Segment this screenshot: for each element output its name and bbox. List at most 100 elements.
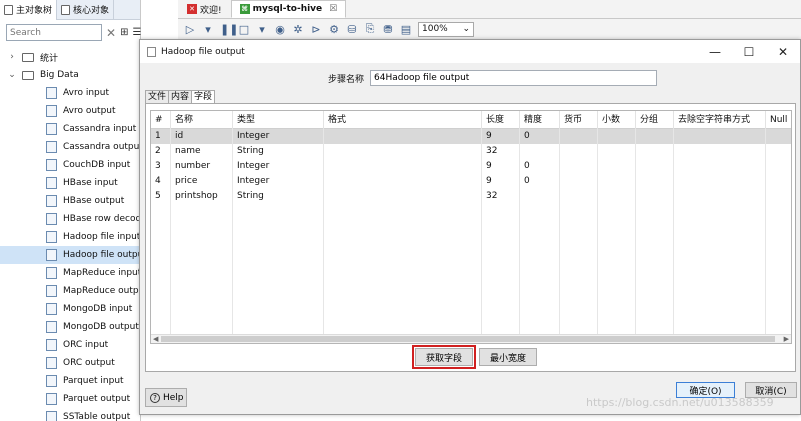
table-row[interactable]: 2 name String 32 <box>151 144 791 159</box>
table-cell[interactable] <box>636 144 674 159</box>
tree-item[interactable]: ORC output <box>0 354 140 372</box>
column-header[interactable]: Null <box>766 111 791 129</box>
tree-item[interactable]: Cassandra input <box>0 120 140 138</box>
table-cell[interactable]: 0 <box>520 159 560 174</box>
tree-item[interactable]: HBase output <box>0 192 140 210</box>
tree-item[interactable]: CouchDB input <box>0 156 140 174</box>
chevron-right-icon[interactable]: › <box>6 52 18 62</box>
table-cell[interactable] <box>636 159 674 174</box>
table-cell[interactable]: printshop <box>171 189 233 204</box>
table-cell[interactable]: name <box>171 144 233 159</box>
explore-db-icon[interactable]: ⛃ <box>382 23 394 36</box>
debug-icon[interactable]: ✲ <box>292 23 304 36</box>
column-header[interactable]: 名称 <box>171 111 233 129</box>
table-cell[interactable] <box>766 144 791 159</box>
tree-item[interactable]: MapReduce input <box>0 264 140 282</box>
table-cell[interactable]: String <box>233 144 324 159</box>
tree-item[interactable]: Cassandra output <box>0 138 140 156</box>
table-cell[interactable] <box>598 189 636 204</box>
table-row[interactable]: 5 printshop String 32 <box>151 189 791 204</box>
table-cell[interactable]: 9 <box>482 129 520 144</box>
replay-icon[interactable]: ⊳ <box>310 23 322 36</box>
column-header[interactable]: # <box>151 111 171 129</box>
table-cell[interactable] <box>324 159 482 174</box>
table-row[interactable]: 4 price Integer 9 0 <box>151 174 791 189</box>
table-cell[interactable] <box>560 144 598 159</box>
tab-core-objects[interactable]: 核心对象 <box>57 0 115 20</box>
tree-item[interactable]: MongoDB input <box>0 300 140 318</box>
verify-icon[interactable]: ⚙ <box>328 23 340 36</box>
table-cell[interactable] <box>674 189 766 204</box>
tab-mysql-to-hive[interactable]: ⌘ mysql-to-hive ☒ <box>230 0 347 18</box>
run-icon[interactable]: ▷ <box>184 23 196 36</box>
table-cell[interactable] <box>766 159 791 174</box>
tree-item[interactable]: Avro output <box>0 102 140 120</box>
expand-all-icon[interactable]: ⊞ <box>120 27 128 39</box>
scroll-right-icon[interactable]: ▶ <box>784 335 789 343</box>
horizontal-scrollbar[interactable]: ◀ ▶ <box>151 334 791 343</box>
table-cell[interactable] <box>324 144 482 159</box>
tree-item[interactable]: Parquet output <box>0 390 140 408</box>
table-cell[interactable] <box>674 159 766 174</box>
step-name-field[interactable] <box>370 70 658 86</box>
table-cell[interactable]: 3 <box>151 159 171 174</box>
table-cell[interactable] <box>324 129 482 144</box>
table-cell[interactable]: 0 <box>520 174 560 189</box>
table-cell[interactable] <box>598 159 636 174</box>
table-cell[interactable] <box>766 189 791 204</box>
show-results-icon[interactable]: ▤ <box>400 23 412 36</box>
tree-item[interactable]: MongoDB output <box>0 318 140 336</box>
column-header[interactable]: 格式 <box>324 111 482 129</box>
table-cell[interactable] <box>636 189 674 204</box>
table-cell[interactable]: String <box>233 189 324 204</box>
table-cell[interactable] <box>598 129 636 144</box>
table-cell[interactable] <box>674 144 766 159</box>
tree-item[interactable]: Avro input <box>0 84 140 102</box>
table-cell[interactable] <box>560 159 598 174</box>
column-header[interactable]: 长度 <box>482 111 520 129</box>
column-header[interactable]: 去除空字符串方式 <box>674 111 766 129</box>
tab-fields[interactable]: 字段 <box>191 90 216 104</box>
column-header[interactable]: 类型 <box>233 111 324 129</box>
clear-search-icon[interactable]: ✕ <box>106 27 116 39</box>
table-cell[interactable]: 9 <box>482 159 520 174</box>
table-row[interactable]: 3 number Integer 9 0 <box>151 159 791 174</box>
impact-icon[interactable]: ⛁ <box>346 23 358 36</box>
table-cell[interactable]: 32 <box>482 144 520 159</box>
close-tab-icon[interactable]: ☒ <box>329 4 337 14</box>
scroll-left-icon[interactable]: ◀ <box>153 335 158 343</box>
table-cell[interactable]: 1 <box>151 129 171 144</box>
table-cell[interactable] <box>766 174 791 189</box>
tab-content[interactable]: 内容 <box>168 90 193 104</box>
table-cell[interactable]: 9 <box>482 174 520 189</box>
table-cell[interactable]: Integer <box>233 159 324 174</box>
folder-big-data[interactable]: ⌄ Big Data <box>0 66 140 84</box>
table-cell[interactable] <box>520 189 560 204</box>
preview-icon[interactable]: ◉ <box>274 23 286 36</box>
table-row[interactable]: 1 id Integer 9 0 <box>151 129 791 144</box>
table-cell[interactable]: number <box>171 159 233 174</box>
column-header[interactable]: 小数 <box>598 111 636 129</box>
close-button[interactable]: ✕ <box>766 40 800 63</box>
maximize-button[interactable]: ☐ <box>732 40 766 63</box>
zoom-select[interactable]: 100% ⌄ <box>418 21 474 37</box>
chevron-down-icon[interactable]: ⌄ <box>6 70 18 80</box>
scrollbar-thumb[interactable] <box>161 336 775 342</box>
folder-stats[interactable]: › 统计 <box>0 48 140 66</box>
tree-item[interactable]: HBase input <box>0 174 140 192</box>
help-button[interactable]: ? Help <box>145 388 187 407</box>
table-cell[interactable] <box>766 129 791 144</box>
tree-item[interactable]: Parquet input <box>0 372 140 390</box>
search-input[interactable] <box>6 24 102 41</box>
column-header[interactable]: 分组 <box>636 111 674 129</box>
dropdown-icon[interactable]: ▾ <box>256 23 268 36</box>
table-cell[interactable]: price <box>171 174 233 189</box>
tree-item[interactable]: ORC input <box>0 336 140 354</box>
table-cell[interactable]: id <box>171 129 233 144</box>
sql-icon[interactable]: ⎘ <box>364 22 376 36</box>
table-cell[interactable]: Integer <box>233 129 324 144</box>
table-cell[interactable] <box>598 144 636 159</box>
minimize-button[interactable]: — <box>698 40 732 63</box>
table-cell[interactable]: 5 <box>151 189 171 204</box>
table-cell[interactable]: Integer <box>233 174 324 189</box>
